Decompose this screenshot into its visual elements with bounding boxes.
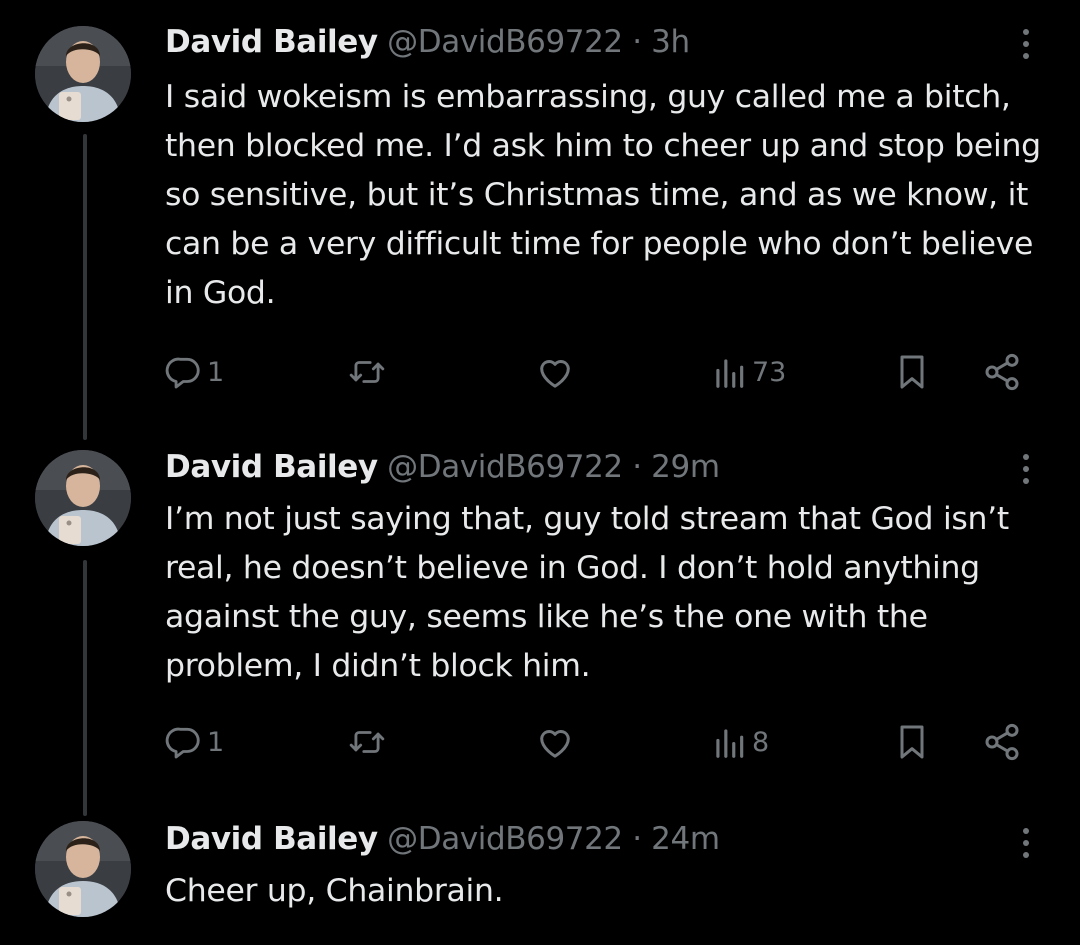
reply-count: 1 [207,356,225,388]
views-icon [716,359,744,388]
share-button[interactable] [982,352,1022,392]
tweet-header: David Bailey @DavidB69722 · 24m [165,819,720,859]
avatar[interactable] [35,26,131,122]
bookmark-icon [900,725,924,759]
separator-dot: · [632,24,642,60]
like-button[interactable] [535,722,575,762]
repost-button[interactable] [348,352,386,392]
separator-dot: · [632,449,642,485]
author-name[interactable]: David Bailey [165,24,378,60]
reply-icon [165,357,200,389]
repost-icon [349,361,385,383]
repost-button[interactable] [348,722,386,762]
tweet-text: I’m not just saying that, guy told strea… [165,501,1009,684]
reply-button[interactable]: 1 [165,352,224,392]
action-bar: 1 8 [165,722,1035,762]
share-icon [985,723,1019,761]
avatar[interactable] [35,450,131,546]
share-icon [985,353,1019,391]
timestamp[interactable]: 29m [651,449,720,485]
tweet-text: I said wokeism is embarrassing, guy call… [165,79,1041,311]
bookmark-icon [900,355,924,389]
author-handle[interactable]: @DavidB69722 [387,449,623,485]
like-icon [540,730,570,758]
tweet-text: Cheer up, Chainbrain. [165,873,504,909]
timestamp[interactable]: 3h [651,24,690,60]
bookmark-button[interactable] [892,352,932,392]
like-icon [540,360,570,388]
author-handle[interactable]: @DavidB69722 [387,821,623,857]
reply-button[interactable]: 1 [165,722,224,762]
avatar[interactable] [35,821,131,917]
tweet[interactable]: David Bailey @DavidB69722 · 29m I’m not … [0,425,1080,815]
tweet[interactable]: David Bailey @DavidB69722 · 3h I said wo… [0,0,1080,420]
bookmark-button[interactable] [892,722,932,762]
repost-icon [349,731,385,753]
author-name[interactable]: David Bailey [165,821,378,857]
tweet-header: David Bailey @DavidB69722 · 3h [165,22,690,62]
timestamp[interactable]: 24m [651,821,720,857]
views-button[interactable]: 73 [710,352,786,392]
separator-dot: · [632,821,642,857]
reply-icon [165,727,200,759]
tweet[interactable]: David Bailey @DavidB69722 · 24m Cheer up… [0,797,1080,945]
like-button[interactable] [535,352,575,392]
more-icon[interactable] [1016,449,1036,489]
reply-count: 1 [207,726,225,758]
more-icon[interactable] [1016,823,1036,863]
tweet-header: David Bailey @DavidB69722 · 29m [165,447,720,487]
more-icon[interactable] [1016,24,1036,64]
views-icon [716,729,744,758]
views-button[interactable]: 8 [710,722,769,762]
share-button[interactable] [982,722,1022,762]
action-bar: 1 73 [165,352,1035,392]
author-handle[interactable]: @DavidB69722 [387,24,623,60]
view-count: 73 [752,356,787,388]
author-name[interactable]: David Bailey [165,449,378,485]
view-count: 8 [752,726,770,758]
